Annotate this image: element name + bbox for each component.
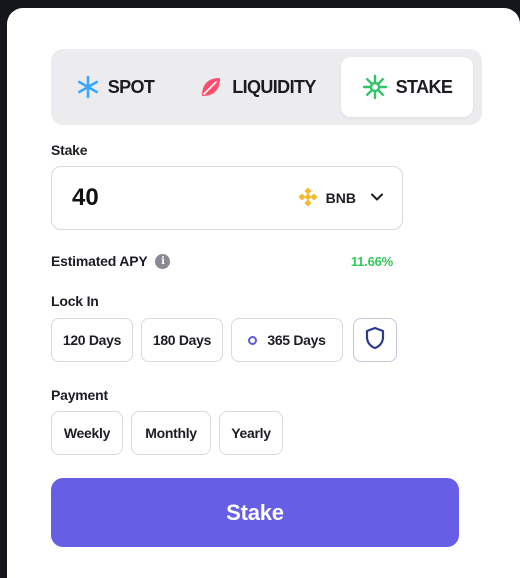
stake-amount-field: BNB	[51, 166, 403, 230]
stake-submit-button[interactable]: Stake	[51, 478, 459, 547]
tab-stake-label: STAKE	[395, 76, 453, 97]
estimated-apy-value: 11.66%	[350, 253, 393, 269]
stake-label: Stake	[51, 142, 88, 158]
bnb-token-icon	[298, 186, 318, 210]
lock-option-label: 180 Days	[152, 332, 212, 348]
estimated-apy-row: Estimated APY i 11.66%	[51, 253, 393, 269]
payment-option-monthly[interactable]: Monthly	[131, 411, 211, 455]
payment-option-yearly[interactable]: Yearly	[219, 411, 283, 455]
stake-amount-input[interactable]	[72, 184, 242, 212]
leaf-icon	[198, 74, 224, 100]
snowflake-icon	[76, 75, 100, 99]
mode-tabs: SPOT LIQUIDITY STAKE	[51, 49, 482, 125]
staking-card: SPOT LIQUIDITY STAKE Stake 40 BNB Estima…	[7, 8, 520, 578]
lock-option-180-days[interactable]: 180 Days	[141, 318, 223, 362]
payment-options: Weekly Monthly Yearly	[51, 411, 283, 455]
payment-option-label: Weekly	[63, 425, 111, 441]
tab-stake[interactable]: STAKE	[341, 57, 473, 117]
payment-option-label: Monthly	[145, 425, 197, 441]
lock-option-label: 120 Days	[62, 332, 122, 348]
lock-in-label: Lock In	[51, 293, 99, 309]
token-select[interactable]: BNB	[298, 186, 384, 210]
shield-icon	[364, 326, 386, 355]
estimated-apy-label: Estimated APY	[51, 253, 148, 269]
shield-button[interactable]	[353, 318, 397, 362]
token-symbol: BNB	[325, 190, 356, 206]
payment-option-weekly[interactable]: Weekly	[51, 411, 123, 455]
lock-option-365-days[interactable]: 365 Days	[231, 318, 343, 362]
payment-option-label: Yearly	[231, 425, 271, 441]
chevron-down-icon	[370, 190, 384, 207]
lock-option-120-days[interactable]: 120 Days	[51, 318, 133, 362]
radio-indicator-icon	[248, 335, 258, 345]
tab-liquidity[interactable]: LIQUIDITY	[179, 57, 335, 117]
payment-label: Payment	[51, 387, 108, 403]
tab-liquidity-label: LIQUIDITY	[232, 76, 316, 97]
lock-in-options: 120 Days 180 Days 365 Days	[51, 318, 397, 362]
tab-spot[interactable]: SPOT	[57, 57, 173, 117]
info-icon[interactable]: i	[155, 253, 171, 269]
sparkle-icon	[362, 74, 388, 100]
lock-option-label: 365 Days	[267, 332, 326, 348]
tab-spot-label: SPOT	[107, 76, 155, 97]
